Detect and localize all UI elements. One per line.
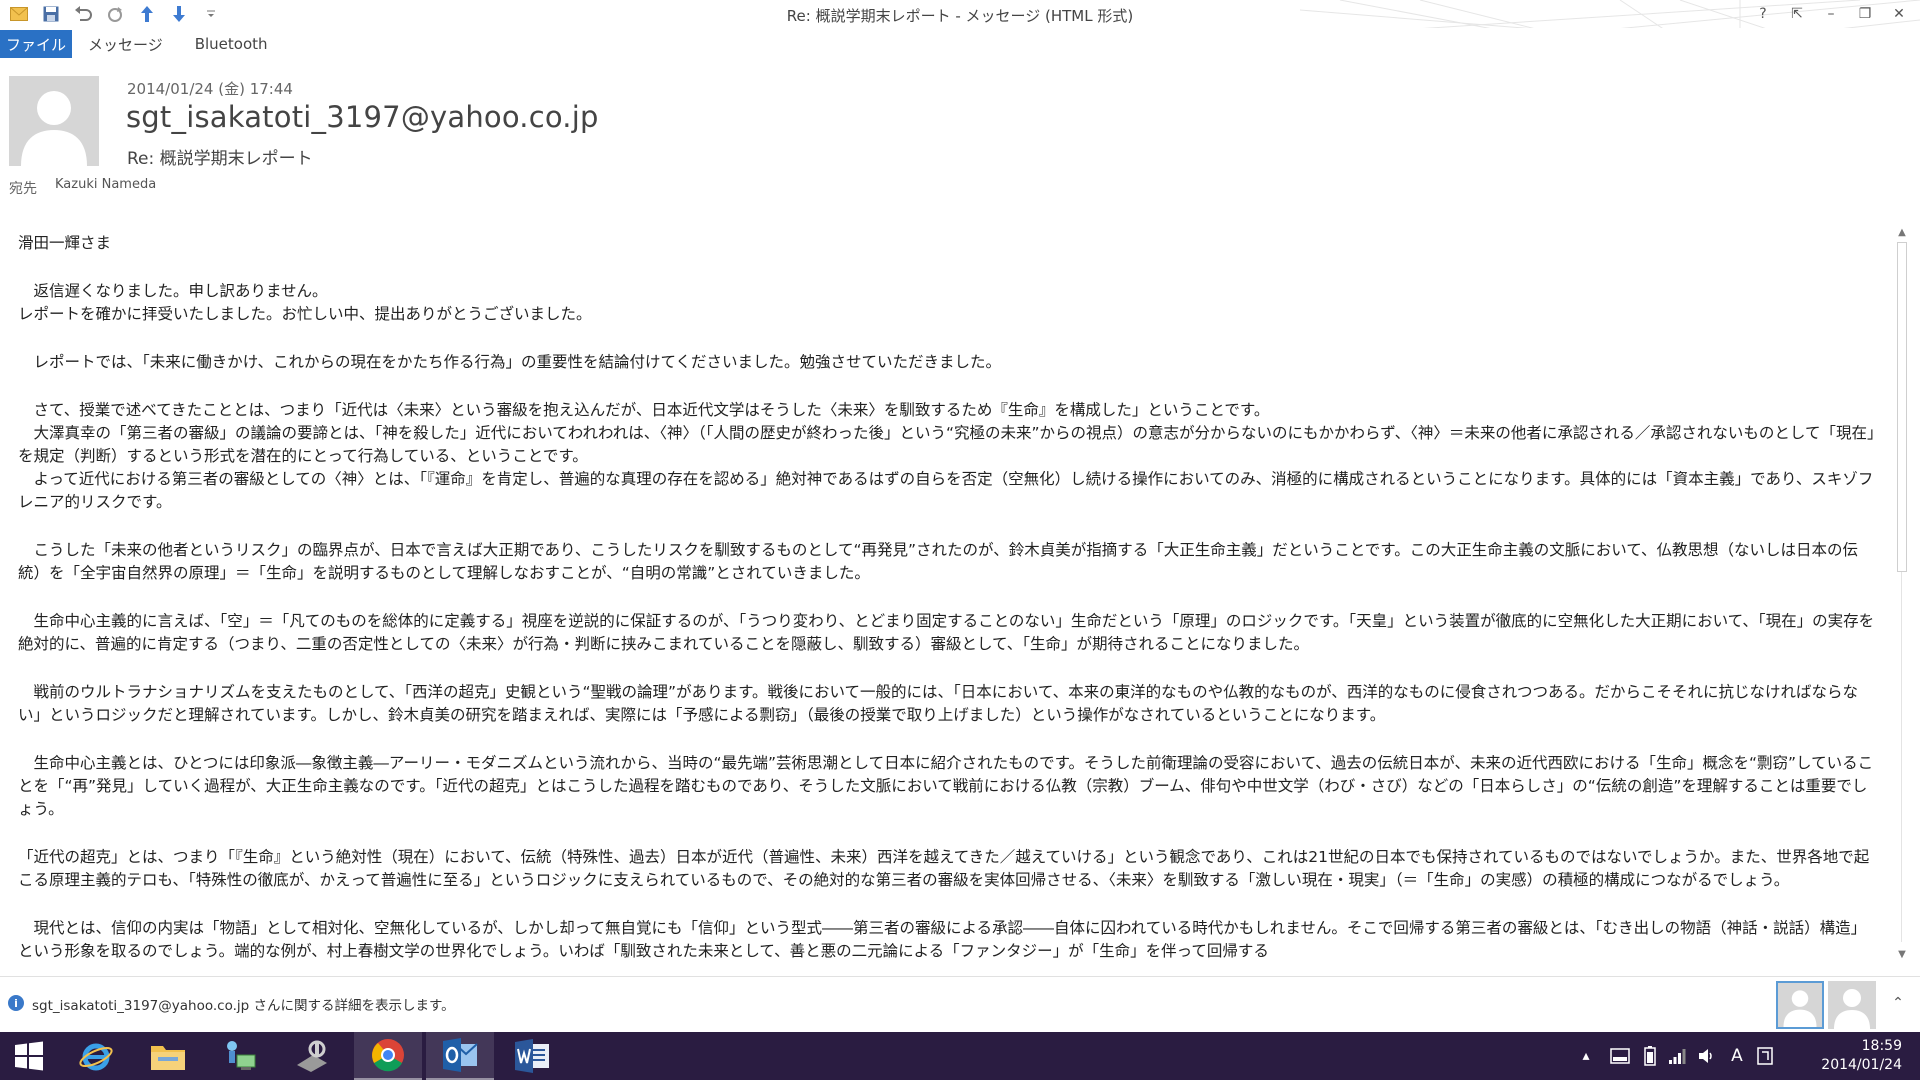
- body-paragraph: 滑田一輝さま: [18, 234, 112, 252]
- people-pane-info[interactable]: sgt_isakatoti_3197@yahoo.co.jp さんに関する詳細を…: [32, 994, 455, 1014]
- volume-icon[interactable]: [1694, 1032, 1720, 1080]
- ime-mode-indicator[interactable]: A: [1724, 1032, 1750, 1080]
- person-silhouette-icon: [21, 91, 87, 166]
- sent-date: 2014/01/24 (金) 17:44: [127, 80, 293, 98]
- recipient-name[interactable]: Kazuki Nameda: [55, 177, 156, 192]
- scroll-down-icon[interactable]: ▼: [1894, 946, 1910, 962]
- ribbon-display-options-icon[interactable]: ⇱: [1782, 2, 1812, 26]
- close-icon[interactable]: ✕: [1884, 2, 1914, 26]
- help-icon[interactable]: ?: [1748, 2, 1778, 26]
- people-avatar-sender[interactable]: [1776, 981, 1824, 1029]
- tab-bluetooth[interactable]: Bluetooth: [179, 30, 284, 58]
- body-paragraph: 「近代の超克」とは、つまり「『生命』という絶対性（現在）において、伝統（特殊性、…: [18, 848, 1870, 889]
- people-pane: i sgt_isakatoti_3197@yahoo.co.jp さんに関する詳…: [0, 976, 1920, 1032]
- message-subject: Re: 概説学期末レポート: [127, 149, 313, 169]
- message-body[interactable]: 滑田一輝さま 返信遅くなりました。申し訳ありません。 レポートを確かに拝受いたし…: [0, 226, 1886, 966]
- body-scrollbar[interactable]: ▲ ▼: [1894, 224, 1910, 962]
- show-hidden-icons-icon[interactable]: ▴: [1576, 1032, 1596, 1080]
- action-center-icon[interactable]: [1606, 1032, 1634, 1080]
- chevron-up-icon[interactable]: ⌃: [1888, 993, 1908, 1013]
- body-paragraph: 生命中心主義とは、ひとつには印象派―象徴主義―アーリー・モダニズムという流れから…: [18, 754, 1874, 818]
- scroll-up-icon[interactable]: ▲: [1894, 224, 1910, 240]
- minimize-icon[interactable]: –: [1816, 2, 1846, 26]
- body-paragraph: こうした「未来の他者というリスク」の臨界点が、日本で言えば大正期であり、こうした…: [18, 541, 1858, 582]
- remote-desktop-icon[interactable]: [206, 1032, 274, 1080]
- people-avatar-recipient[interactable]: [1828, 981, 1876, 1029]
- file-explorer-icon[interactable]: [134, 1032, 202, 1080]
- system-tool-icon[interactable]: [278, 1032, 346, 1080]
- info-icon: i: [8, 995, 24, 1011]
- taskbar-clock[interactable]: 18:59 2014/01/24: [1792, 1037, 1902, 1075]
- outlook-icon[interactable]: [426, 1032, 494, 1080]
- window-title: Re: 概説学期末レポート - メッセージ (HTML 形式): [786, 7, 1134, 25]
- tab-file[interactable]: ファイル: [0, 30, 72, 58]
- body-paragraph: 生命中心主義的に言えば、「空」＝「凡てのものを総体的に定義する」視座を逆説的に保…: [18, 612, 1875, 653]
- person-silhouette-icon: [1834, 989, 1870, 1029]
- sender-avatar[interactable]: [9, 76, 99, 166]
- chrome-icon[interactable]: [354, 1032, 422, 1080]
- window-controls: ? ⇱ – ❐ ✕: [1748, 2, 1914, 26]
- restore-icon[interactable]: ❐: [1850, 2, 1880, 26]
- body-paragraph: 戦前のウルトラナショナリズムを支えたものとして、「西洋の超克」史観という“聖戦の…: [18, 683, 1858, 724]
- ribbon-tabs: ファイル メッセージ Bluetooth: [0, 30, 1920, 58]
- internet-explorer-icon[interactable]: [62, 1032, 130, 1080]
- message-header: 2014/01/24 (金) 17:44 sgt_isakatoti_3197@…: [0, 60, 1920, 200]
- sender-address[interactable]: sgt_isakatoti_3197@yahoo.co.jp: [126, 100, 599, 134]
- body-paragraph: レポートでは、「未来に働きかけ、これからの現在をかたち作る行為」の重要性を結論付…: [18, 353, 1002, 371]
- taskbar: ▴ A 18:59 2014/01/24: [0, 1032, 1920, 1080]
- network-signal-icon[interactable]: [1664, 1032, 1690, 1080]
- scroll-thumb[interactable]: [1897, 242, 1907, 572]
- person-silhouette-icon: [1783, 990, 1817, 1027]
- tab-message[interactable]: メッセージ: [72, 30, 179, 58]
- word-icon[interactable]: [498, 1032, 566, 1080]
- to-label: 宛先: [9, 181, 37, 197]
- windows-start-icon[interactable]: [0, 1032, 58, 1080]
- body-paragraph: 現代とは、信仰の内実は「物語」として相対化、空無化しているが、しかし却って無自覚…: [18, 919, 1867, 960]
- body-paragraph: 返信遅くなりました。申し訳ありません。 レポートを確かに拝受いたしました。お忙し…: [18, 282, 592, 323]
- ime-pad-icon[interactable]: [1752, 1032, 1778, 1080]
- title-bar: Re: 概説学期末レポート - メッセージ (HTML 形式) ? ⇱ – ❐ …: [0, 0, 1920, 28]
- clock-time: 18:59: [1861, 1038, 1902, 1054]
- battery-icon[interactable]: [1638, 1032, 1662, 1080]
- body-paragraph: さて、授業で述べてきたこととは、つまり「近代は〈未来〉という審級を抱え込んだが、…: [18, 401, 1875, 511]
- clock-date: 2014/01/24: [1821, 1057, 1902, 1073]
